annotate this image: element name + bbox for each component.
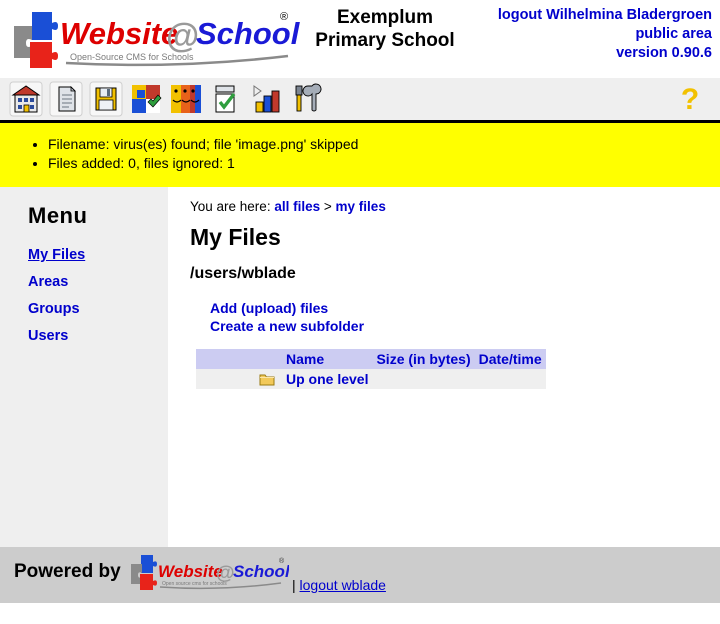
powered-by-label: Powered by: [14, 561, 121, 582]
breadcrumb-prefix: You are here:: [190, 199, 271, 214]
tasks-icon[interactable]: [208, 80, 244, 118]
area-label: public area: [635, 26, 712, 42]
svg-text:@: @: [166, 17, 199, 55]
modules-icon[interactable]: [128, 80, 164, 118]
sidebar-item-groups[interactable]: Groups: [0, 301, 168, 317]
sidebar: Menu My Files Areas Groups Users: [0, 187, 168, 547]
website-at-school-logo-svg: Website @ School ® Open-Source CMS for S…: [14, 11, 300, 68]
file-list-table: Name Size (in bytes) Date/time Up one le…: [196, 349, 546, 389]
page-footer: Powered by Website @ School ® Open sourc…: [0, 547, 720, 603]
page-header: Website @ School ® Open-Source CMS for S…: [0, 0, 720, 78]
logout-link[interactable]: logout Wilhelmina Bladergroen: [498, 7, 712, 23]
site-logo[interactable]: Website @ School ® Open-Source CMS for S…: [8, 6, 300, 70]
footer-branding: Powered by Website @ School ® Open sourc…: [14, 553, 289, 595]
table-header-icon: [252, 349, 282, 369]
toolbar-icon-group: [8, 80, 324, 118]
svg-text:®: ®: [279, 557, 285, 565]
message-item: Filename: virus(es) found; file 'image.p…: [48, 135, 720, 154]
header-right-block: logout Wilhelmina Bladergroen public are…: [452, 6, 712, 63]
footer-logo[interactable]: Website @ School ® Open source cms for s…: [129, 553, 289, 595]
main-toolbar: ?: [0, 78, 720, 123]
row-datetime-cell: [474, 369, 546, 389]
sidebar-item-my-files[interactable]: My Files: [0, 247, 168, 263]
action-links: Add (upload) files Create a new subfolde…: [210, 299, 720, 335]
svg-text:Website: Website: [60, 16, 178, 51]
message-banner: Filename: virus(es) found; file 'image.p…: [0, 123, 720, 187]
svg-text:Open-Source CMS for Schools: Open-Source CMS for Schools: [70, 52, 194, 62]
sidebar-item-areas[interactable]: Areas: [0, 274, 168, 290]
version-label: version 0.90.6: [616, 45, 712, 61]
breadcrumb-separator: >: [323, 199, 332, 214]
sidebar-item-users[interactable]: Users: [0, 328, 168, 344]
row-select-cell: [196, 369, 224, 389]
sidebar-title: Menu: [28, 203, 88, 228]
page-icon[interactable]: [48, 80, 84, 118]
message-item: Files added: 0, files ignored: 1: [48, 154, 720, 173]
table-row: Up one level: [196, 369, 546, 389]
help-icon-glyph: ?: [681, 83, 699, 116]
tools-icon[interactable]: [288, 80, 324, 118]
footer-puzzle-pieces-icon: [130, 555, 157, 590]
home-icon[interactable]: [8, 80, 44, 118]
school-name: Exemplum Primary School: [300, 6, 470, 52]
save-icon[interactable]: [88, 80, 124, 118]
puzzle-pieces-icon: [14, 12, 58, 68]
page-body: Menu My Files Areas Groups Users You are…: [0, 187, 720, 547]
message-list: Filename: virus(es) found; file 'image.p…: [0, 135, 720, 173]
folder-icon: [259, 374, 275, 386]
table-header-action: [224, 349, 252, 369]
svg-text:Open source cms for schools: Open source cms for schools: [162, 581, 227, 587]
footer-logout-link[interactable]: logout wblade: [300, 577, 386, 593]
row-size-cell: [372, 369, 475, 389]
up-one-level-link[interactable]: Up one level: [286, 371, 368, 387]
svg-text:®: ®: [280, 11, 288, 23]
footer-separator: |: [292, 577, 296, 593]
sidebar-link-areas[interactable]: Areas: [28, 274, 68, 290]
footer-logout-block: | logout wblade: [292, 577, 386, 593]
page-title: My Files: [190, 224, 281, 250]
breadcrumb: You are here: all files > my files: [190, 199, 720, 214]
row-icon-cell: [252, 369, 282, 389]
table-header-datetime: Date/time: [474, 349, 546, 369]
breadcrumb-link-all-files[interactable]: all files: [274, 199, 320, 214]
row-name-cell: Up one level: [282, 369, 373, 389]
school-name-line2: Primary School: [315, 30, 455, 51]
help-icon[interactable]: ?: [676, 82, 704, 116]
table-header-size: Size (in bytes): [372, 349, 475, 369]
sidebar-menu: My Files Areas Groups Users: [0, 247, 168, 344]
sidebar-link-my-files[interactable]: My Files: [28, 247, 85, 263]
breadcrumb-link-my-files[interactable]: my files: [336, 199, 386, 214]
sidebar-link-groups[interactable]: Groups: [28, 301, 80, 317]
current-path: /users/wblade: [190, 265, 296, 282]
table-header-name: Name: [282, 349, 373, 369]
add-upload-files-link[interactable]: Add (upload) files: [210, 299, 720, 317]
table-header-select: [196, 349, 224, 369]
svg-text:Website: Website: [158, 562, 223, 581]
users-icon[interactable]: [168, 80, 204, 118]
school-name-line1: Exemplum: [336, 7, 434, 28]
row-action-cell: [224, 369, 252, 389]
statistics-icon[interactable]: [248, 80, 284, 118]
table-header-row: Name Size (in bytes) Date/time: [196, 349, 546, 369]
create-subfolder-link[interactable]: Create a new subfolder: [210, 317, 720, 335]
main-content: You are here: all files > my files My Fi…: [168, 187, 720, 547]
sidebar-link-users[interactable]: Users: [28, 328, 68, 344]
